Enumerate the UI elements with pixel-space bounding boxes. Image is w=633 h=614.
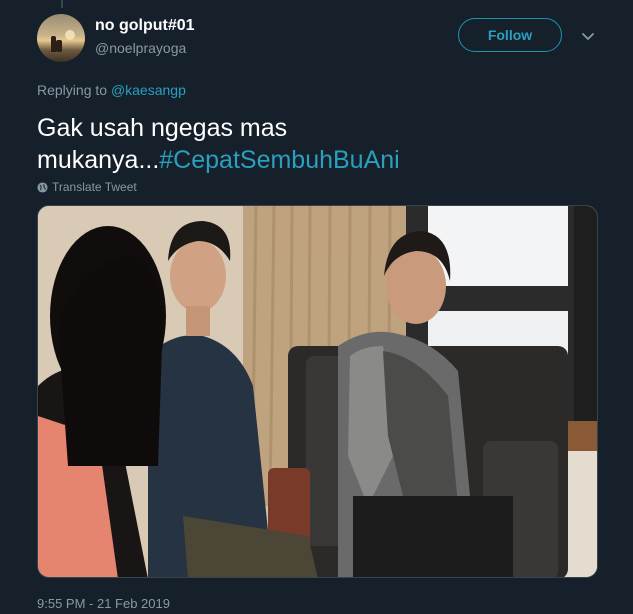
- replying-to: Replying to @kaesangp: [37, 82, 186, 98]
- tweet-timestamp[interactable]: 9:55 PM - 21 Feb 2019: [37, 596, 170, 611]
- globe-icon: [37, 181, 48, 193]
- display-name[interactable]: no golput#01: [95, 17, 195, 35]
- user-handle[interactable]: @noelprayoga: [95, 40, 186, 56]
- chevron-down-icon[interactable]: [580, 28, 596, 44]
- avatar-sun: [65, 30, 75, 40]
- translate-label: Translate Tweet: [52, 180, 137, 194]
- avatar-figure-2: [56, 40, 62, 52]
- replying-prefix: Replying to: [37, 82, 108, 98]
- tweet-text-line1: Gak usah ngegas mas: [37, 114, 288, 142]
- tweet-photo[interactable]: [37, 205, 598, 578]
- tweet-text-line2: mukanya...: [37, 146, 160, 174]
- tweet-text: Gak usah ngegas mas mukanya...#CepatSemb…: [37, 112, 557, 176]
- translate-tweet[interactable]: Translate Tweet: [37, 180, 137, 194]
- thread-connector-line: [61, 0, 63, 8]
- avatar[interactable]: [37, 14, 85, 62]
- photo-scene: [38, 206, 597, 577]
- follow-button[interactable]: Follow: [458, 18, 562, 52]
- hashtag-link[interactable]: #CepatSembuhBuAni: [159, 146, 399, 174]
- reply-mention-link[interactable]: @kaesangp: [111, 82, 186, 98]
